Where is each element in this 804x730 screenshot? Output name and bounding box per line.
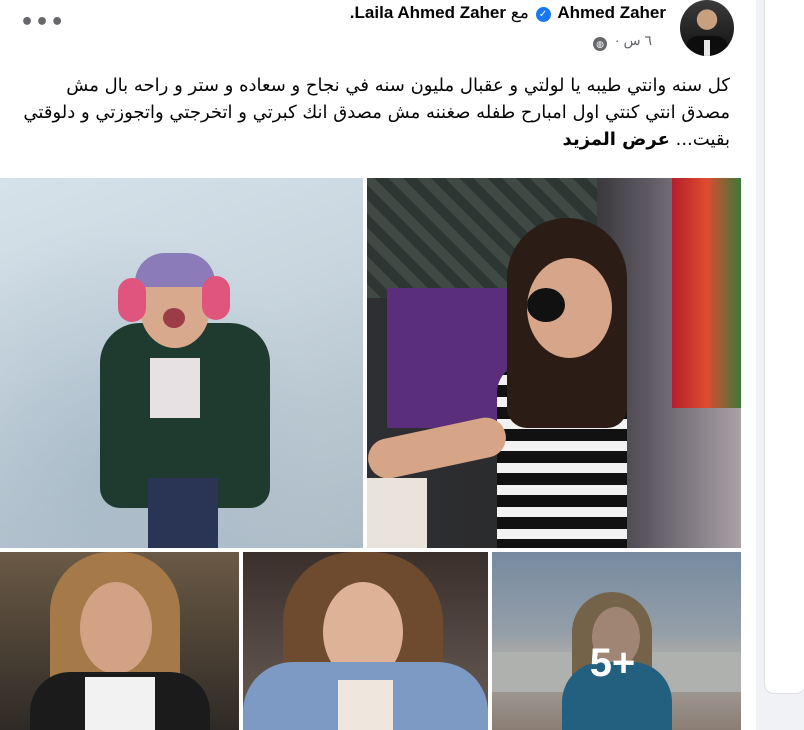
right-side-panel [764,0,804,694]
photo-girl-in-snow[interactable] [0,178,363,548]
post-timestamp-link[interactable]: ٦ س [623,32,652,48]
with-word: مع [510,3,529,22]
post-header: ••• Ahmed Zaher ✓ مع Laila Ahmed Zaher. … [0,0,756,66]
photo-woman-leather-jacket[interactable] [0,552,239,730]
more-photos-count: 5+ [589,640,636,685]
globe-icon[interactable]: ◍ [593,37,608,51]
post-meta: ٦ س · ◍ [593,32,652,51]
post-card: ••• Ahmed Zaher ✓ مع Laila Ahmed Zaher. … [0,0,756,730]
verified-badge-icon: ✓ [535,7,551,22]
avatar[interactable] [680,0,734,56]
author-name-link[interactable]: Ahmed Zaher [557,3,666,22]
see-more-link[interactable]: عرض المزيد [563,129,670,150]
more-options-button[interactable]: ••• [20,10,64,36]
more-horizontal-icon: ••• [20,10,66,35]
post-title-line: Ahmed Zaher ✓ مع Laila Ahmed Zaher. [350,3,666,23]
more-photos-overlay[interactable]: 5+ [492,552,741,730]
post-text: كل سنه وانتي طيبه يا لولتي و عقبال مليون… [20,72,730,153]
meta-separator: · [614,32,620,48]
tagged-name-link[interactable]: Laila Ahmed Zaher. [350,3,506,22]
photo-woman-denim-jacket[interactable] [243,552,488,730]
photo-woman-in-snow-more[interactable]: 5+ [492,552,741,730]
photo-girl-with-eyepatch[interactable] [367,178,741,548]
